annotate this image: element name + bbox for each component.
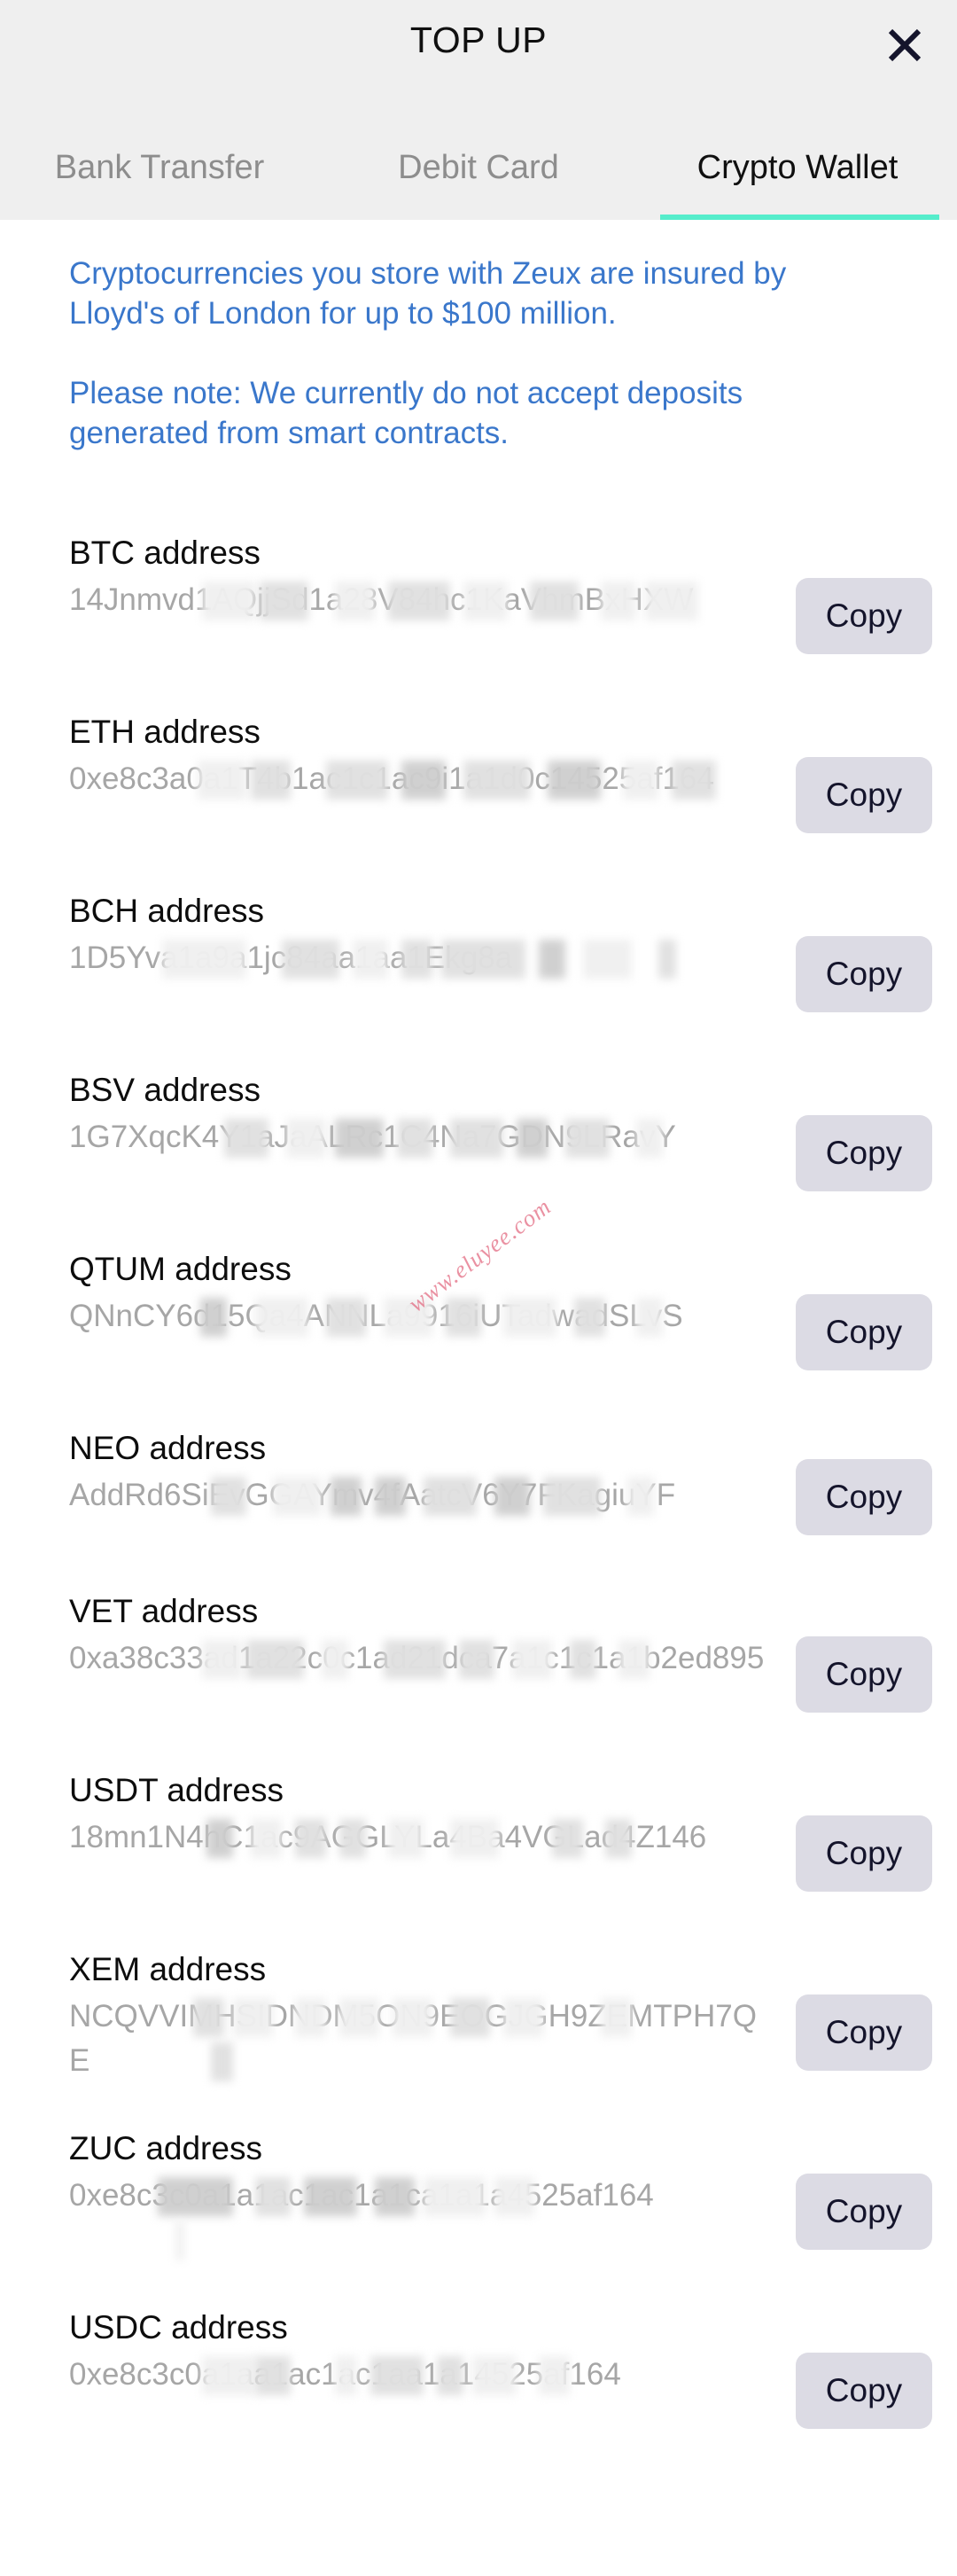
address-label: BCH address [69, 893, 265, 929]
address-row: BSV address 1G7XqcK4Y1aJaALRc1C4Na7GDN9LR… [0, 1064, 957, 1243]
insurance-info-block: Cryptocurrencies you store with Zeux are… [69, 254, 884, 453]
copy-button[interactable]: Copy [796, 1115, 932, 1191]
address-value: AddRd6SiEvGGAYmv4fAatcV6Y7FKagiuYF [69, 1478, 676, 1512]
address-value: 0xe8c3c0a1aa1ac1ac1aa1a14525af164 [69, 2357, 621, 2392]
crypto-address-list: BTC address 14Jnmvd1AQjjSd1a28V84hc1KaVhm… [0, 527, 957, 2480]
address-row: USDC address 0xe8c3c0a1aa1ac1ac1aa1a14525… [0, 2301, 957, 2480]
copy-button[interactable]: Copy [796, 1636, 932, 1713]
address-value-wrapper: 0xe8c3c0a1a1ac1ac1a1ca1a1a4525af164 [69, 2174, 769, 2260]
address-label: ZUC address [69, 2130, 262, 2166]
address-value-wrapper: 0xa38c33ad1a22c0c1ad21dca7a1c1c1a1b2ed89… [69, 1636, 769, 1681]
copy-button[interactable]: Copy [796, 1994, 932, 2071]
address-label: VET address [69, 1593, 259, 1629]
address-row: BCH address 1D5Yva1a9a1jc84aa1aa1Ekg8a Cop… [0, 885, 957, 1064]
tab-debit-card[interactable]: Debit Card [319, 131, 638, 220]
copy-button[interactable]: Copy [796, 1294, 932, 1370]
copy-button[interactable]: Copy [796, 936, 932, 1012]
active-tab-indicator [660, 215, 939, 220]
copy-button[interactable]: Copy [796, 2174, 932, 2250]
address-value: 14Jnmvd1AQjjSd1a28V84hc1KaVhmBxHXW [69, 582, 694, 617]
address-value-wrapper: 14Jnmvd1AQjjSd1a28V84hc1KaVhmBxHXW [69, 578, 769, 622]
tab-debit-card-label: Debit Card [398, 149, 559, 186]
address-value-wrapper: 1G7XqcK4Y1aJaALRc1C4Na7GDN9LRavY [69, 1115, 769, 1159]
address-value-wrapper: AddRd6SiEvGGAYmv4fAatcV6Y7FKagiuYF [69, 1473, 769, 1518]
address-value: 1G7XqcK4Y1aJaALRc1C4Na7GDN9LRavY [69, 1120, 676, 1154]
address-row: ETH address 0xe8c3a0a1T4b1ac1c1ac9i1a1d0c… [0, 706, 957, 885]
address-label: ETH address [69, 714, 261, 750]
close-icon [886, 27, 923, 64]
address-row: QTUM address QNnCY6d15Qa4ANNLa9916iUTadwa… [0, 1243, 957, 1422]
close-button[interactable] [877, 18, 932, 73]
address-row: NEO address AddRd6SiEvGGAYmv4fAatcV6Y7FKa… [0, 1422, 957, 1585]
tab-crypto-wallet-label: Crypto Wallet [696, 149, 899, 186]
copy-button[interactable]: Copy [796, 578, 932, 654]
address-value: 0xe8c3a0a1T4b1ac1c1ac9i1a1d0c14525af164 [69, 761, 714, 796]
address-value-wrapper: 0xe8c3c0a1aa1ac1ac1aa1a14525af164 [69, 2353, 769, 2397]
address-value-wrapper: NCQVVIMHSIDNDM5ON9EOGJGH9ZEMTPH7QE [69, 1994, 769, 2083]
address-label: BSV address [69, 1072, 261, 1108]
address-value-wrapper: 18mn1N4hC1ac9AGGLYLa4Ba4VGLad4Z146 [69, 1815, 769, 1860]
address-row: USDT address 18mn1N4hC1ac9AGGLYLa4Ba4VGLa… [0, 1764, 957, 1943]
address-value: NCQVVIMHSIDNDM5ON9EOGJGH9ZEMTPH7QE [69, 1999, 757, 2078]
insurance-notice-text: Cryptocurrencies you store with Zeux are… [69, 256, 787, 331]
page-title: TOP UP [409, 20, 548, 60]
address-label: USDC address [69, 2309, 288, 2346]
address-value-wrapper: 0xe8c3a0a1T4b1ac1c1ac9i1a1d0c14525af164 [69, 757, 769, 801]
tab-bank-transfer-label: Bank Transfer [54, 149, 265, 186]
payment-method-tabs: Bank Transfer Debit Card Crypto Wallet [0, 131, 957, 220]
address-row: BTC address 14Jnmvd1AQjjSd1a28V84hc1KaVhm… [0, 527, 957, 706]
address-value: 18mn1N4hC1ac9AGGLYLa4Ba4VGLad4Z146 [69, 1820, 707, 1854]
address-row: XEM address NCQVVIMHSIDNDM5ON9EOGJGH9ZEMT… [0, 1943, 957, 2122]
copy-button[interactable]: Copy [796, 757, 932, 833]
copy-button[interactable]: Copy [796, 2353, 932, 2429]
address-row: ZUC address 0xe8c3c0a1a1ac1ac1a1ca1a1a452… [0, 2122, 957, 2301]
address-label: QTUM address [69, 1251, 292, 1287]
redaction-strip [175, 2221, 184, 2260]
tab-bank-transfer[interactable]: Bank Transfer [0, 131, 319, 220]
smart-contract-notice-text: Please note: We currently do not accept … [69, 376, 743, 450]
address-value-wrapper: QNnCY6d15Qa4ANNLa9916iUTadwadSLvS [69, 1294, 769, 1339]
address-row: VET address 0xa38c33ad1a22c0c1ad21dca7a1c… [0, 1585, 957, 1764]
address-value: 1D5Yva1a9a1jc84aa1aa1Ekg8a [69, 941, 513, 975]
address-label: XEM address [69, 1951, 267, 1987]
address-value: 0xa38c33ad1a22c0c1ad21dca7a1c1c1a1b2ed89… [69, 1641, 765, 1675]
copy-button[interactable]: Copy [796, 1459, 932, 1535]
modal-header: TOP UP Bank Transfer Debit Card Crypto W… [0, 0, 957, 220]
address-value: 0xe8c3c0a1a1ac1ac1a1ca1a1a4525af164 [69, 2178, 654, 2213]
copy-button[interactable]: Copy [796, 1815, 932, 1892]
address-label: USDT address [69, 1772, 284, 1808]
tab-crypto-wallet[interactable]: Crypto Wallet [638, 131, 957, 220]
address-value: QNnCY6d15Qa4ANNLa9916iUTadwadSLvS [69, 1299, 683, 1333]
address-value-wrapper: 1D5Yva1a9a1jc84aa1aa1Ekg8a [69, 936, 769, 980]
address-label: BTC address [69, 535, 261, 571]
